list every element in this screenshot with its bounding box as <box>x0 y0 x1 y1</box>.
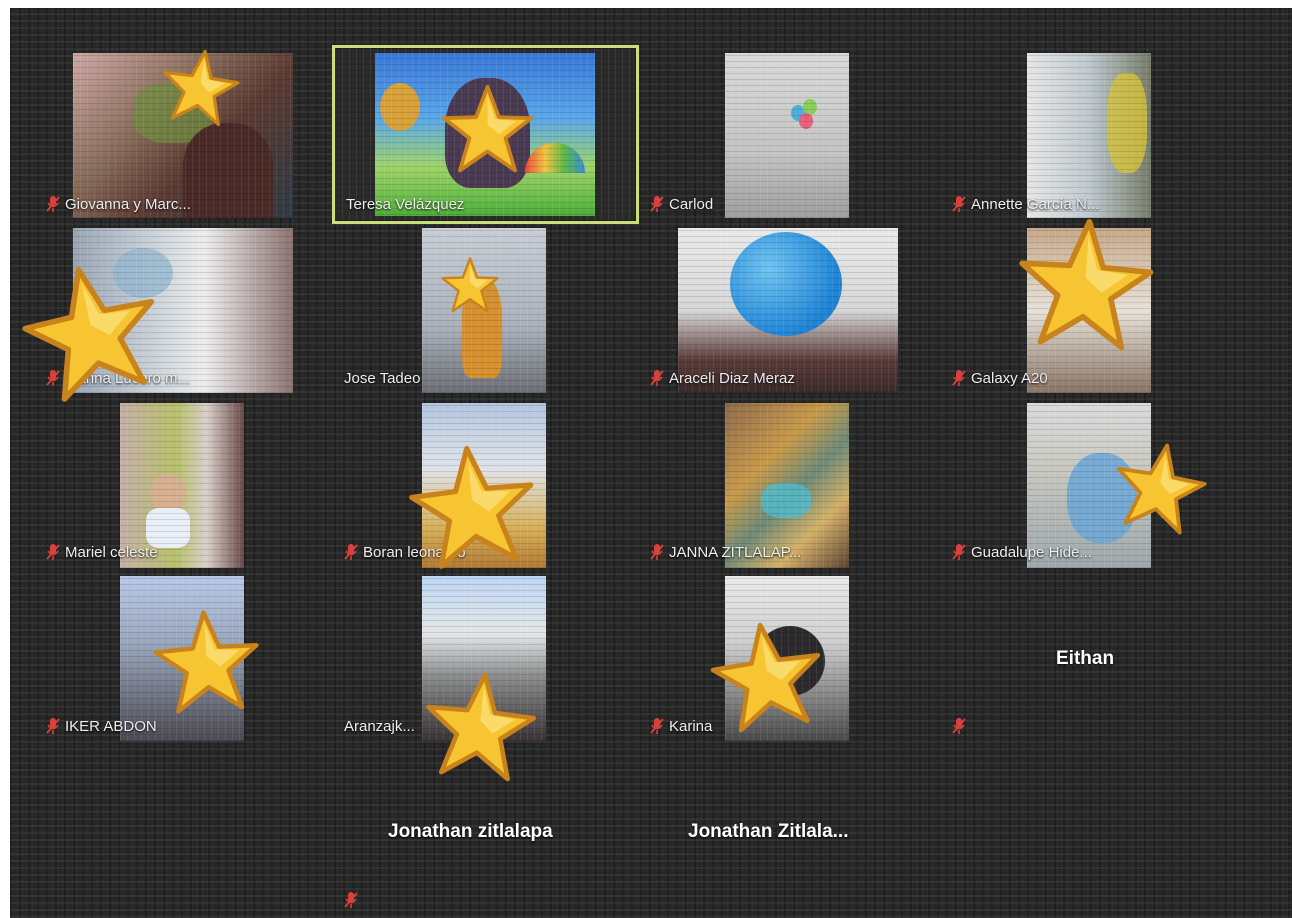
participant-name: Carlod <box>669 195 714 213</box>
video-tile-carlod[interactable] <box>725 53 849 218</box>
gallery-view: Giovanna y Marc... Teresa Velázquez Carl… <box>10 8 1292 918</box>
participant-name-eithan: Eithan <box>1056 648 1115 669</box>
muted-mic-icon <box>952 195 966 213</box>
participant-name: Teresa Velázquez <box>346 195 465 213</box>
star-sticker-icon <box>416 664 542 790</box>
muted-mic-icon <box>650 717 664 735</box>
participant-name: Karina <box>669 717 713 735</box>
participant-name: Galaxy A20 <box>971 369 1048 387</box>
muted-mic-icon <box>650 195 664 213</box>
star-sticker-icon <box>402 437 545 580</box>
star-sticker-icon <box>703 613 833 743</box>
participant-label-aranza: Aranzajk... <box>344 714 415 738</box>
participant-label-araceli: Araceli Diaz Meraz <box>650 366 795 390</box>
participant-name: Mariel celeste <box>65 543 158 561</box>
muted-mic-icon <box>46 195 60 213</box>
participant-label-teresa: Teresa Velázquez <box>346 192 464 216</box>
participant-name: Jose Tadeo <box>344 369 421 387</box>
video-tile-jonathan2[interactable]: Jonathan Zitlala... <box>650 753 951 913</box>
participant-label-carlod: Carlod <box>650 192 713 216</box>
muted-mic-icon <box>650 543 664 561</box>
star-sticker-icon <box>440 256 500 316</box>
participant-label-mariel: Mariel celeste <box>46 540 158 564</box>
participant-name-jonathan2: Jonathan Zitlala... <box>688 821 849 842</box>
star-sticker-icon <box>10 250 175 416</box>
participant-name: Guadalupe Hide... <box>971 543 1092 561</box>
participant-label-eithan-mic <box>952 714 966 738</box>
participant-name: JANNA ZITLALAP... <box>669 543 802 561</box>
participant-label-iker: IKER ABDON <box>46 714 157 738</box>
muted-mic-icon <box>952 717 966 735</box>
participant-label-guadalupe: Guadalupe Hide... <box>952 540 1092 564</box>
muted-mic-icon <box>952 369 966 387</box>
muted-mic-icon <box>650 369 664 387</box>
star-sticker-icon <box>440 83 535 178</box>
star-sticker-icon <box>148 604 265 721</box>
participant-name-jonathan1: Jonathan zitlalapa <box>388 821 553 842</box>
muted-mic-icon <box>952 543 966 561</box>
participant-label-karina: Karina <box>650 714 712 738</box>
star-sticker-icon <box>155 43 245 133</box>
star-sticker-icon <box>1104 433 1214 543</box>
muted-mic-icon <box>344 891 358 909</box>
participant-name: Giovanna y Marc... <box>65 195 191 213</box>
participant-name: IKER ABDON <box>65 717 157 735</box>
participant-label-janna: JANNA ZITLALAP... <box>650 540 801 564</box>
muted-mic-icon <box>46 717 60 735</box>
participant-label-giovanna: Giovanna y Marc... <box>46 192 191 216</box>
participant-label-jonathan1-mic <box>344 888 358 912</box>
participant-name: Aranzajk... <box>344 717 415 735</box>
star-sticker-icon <box>1010 211 1159 360</box>
muted-mic-icon <box>344 543 358 561</box>
participant-label-jose: Jose Tadeo <box>344 366 420 390</box>
participant-name: Araceli Diaz Meraz <box>669 369 795 387</box>
participant-name: Annette García N... <box>971 195 1100 213</box>
muted-mic-icon <box>46 543 60 561</box>
participant-label-galaxy: Galaxy A20 <box>952 366 1048 390</box>
video-tile-eithan[interactable]: Eithan <box>950 576 1230 741</box>
